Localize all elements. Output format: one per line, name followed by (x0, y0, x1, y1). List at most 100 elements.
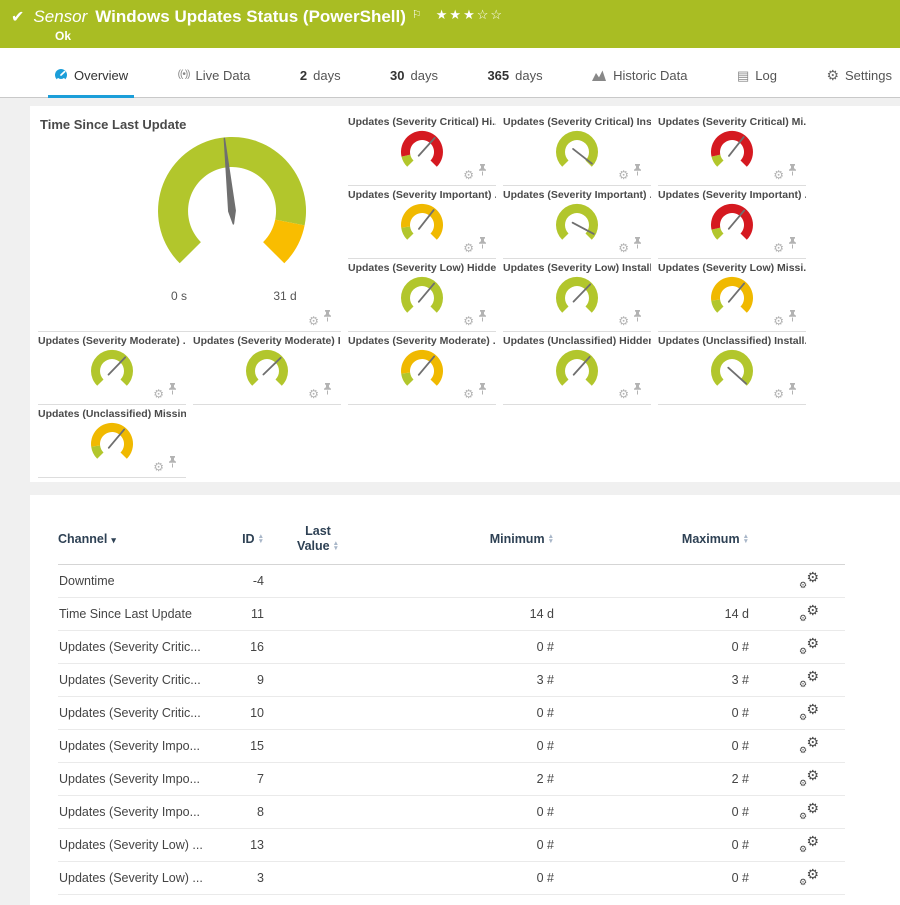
gauge-panel[interactable]: Updates (Severity Moderate) ...⚙ (348, 332, 496, 405)
channel-name-cell[interactable]: Updates (Severity Critic... (58, 673, 208, 687)
gauge-settings-gear-icon[interactable]: ⚙ (618, 388, 629, 400)
tab-365-days[interactable]: 365days (481, 48, 548, 98)
channel-name-cell[interactable]: Updates (Severity Critic... (58, 706, 208, 720)
tab-historic-data[interactable]: Historic Data (586, 48, 693, 98)
column-header-last-value[interactable]: Last Value▲▼ (268, 524, 368, 554)
maximum-cell: 2 # (558, 772, 753, 786)
star-filled-icon[interactable]: ★ (449, 7, 463, 22)
tab-live-data[interactable]: ((•))Live Data (172, 48, 257, 98)
column-header-maximum[interactable]: Maximum▲▼ (558, 532, 753, 546)
gauge-settings-gear-icon[interactable]: ⚙ (308, 315, 319, 327)
gauge-panel[interactable]: Updates (Severity Important) ...⚙ (503, 186, 651, 259)
gauge-settings-gear-icon[interactable]: ⚙ (773, 242, 784, 254)
tab-settings[interactable]: ⚙Settings (820, 48, 898, 98)
gauge-settings-gear-icon[interactable]: ⚙ (618, 315, 629, 327)
gauge-panel[interactable]: Updates (Unclassified) Hidden⚙ (503, 332, 651, 405)
gauge-panel[interactable]: Updates (Severity Critical) Hi...⚙ (348, 113, 496, 186)
gauge-settings-gear-icon[interactable]: ⚙ (618, 169, 629, 181)
gauge-settings-gear-icon[interactable]: ⚙ (773, 169, 784, 181)
channel-settings-gears-icon[interactable]: ⚙⚙ (799, 638, 819, 654)
gauge-settings-gear-icon[interactable]: ⚙ (773, 315, 784, 327)
gauge-settings-gear-icon[interactable]: ⚙ (153, 461, 164, 473)
gauge-settings-gear-icon[interactable]: ⚙ (463, 388, 474, 400)
pin-icon[interactable] (788, 309, 797, 327)
gauge-chart (546, 129, 608, 175)
star-filled-icon[interactable]: ★ (463, 7, 477, 22)
flag-icon[interactable]: ⚐ (412, 8, 422, 21)
pin-icon[interactable] (788, 382, 797, 400)
channel-name-cell[interactable]: Updates (Severity Low) ... (58, 838, 208, 852)
gauge-panel[interactable]: Updates (Severity Low) Missi...⚙ (658, 259, 806, 332)
gauge-icon (54, 68, 68, 82)
pin-icon[interactable] (478, 382, 487, 400)
tab-overview[interactable]: Overview (48, 48, 134, 98)
pin-icon[interactable] (168, 455, 177, 473)
gauge-panel[interactable]: Updates (Severity Critical) Ins...⚙ (503, 113, 651, 186)
pin-icon[interactable] (633, 309, 642, 327)
gauge-settings-gear-icon[interactable]: ⚙ (463, 242, 474, 254)
big-gauge-panel[interactable]: Time Since Last Update 0 s 31 d ⚙ (38, 113, 341, 332)
pin-icon[interactable] (323, 309, 332, 327)
channel-settings-cell: ⚙⚙ (753, 704, 845, 723)
tab-log[interactable]: ▤Log (731, 48, 783, 98)
pin-icon[interactable] (633, 382, 642, 400)
pin-icon[interactable] (168, 382, 177, 400)
channel-settings-gears-icon[interactable]: ⚙⚙ (799, 770, 819, 786)
pin-icon[interactable] (478, 163, 487, 181)
gauge-panel[interactable]: Updates (Severity Critical) Mi...⚙ (658, 113, 806, 186)
channel-name-cell[interactable]: Updates (Severity Impo... (58, 772, 208, 786)
gauge-min-label: 0 s (149, 289, 209, 303)
channel-settings-gears-icon[interactable]: ⚙⚙ (799, 737, 819, 753)
gauge-panel[interactable]: Updates (Severity Important) ...⚙ (658, 186, 806, 259)
channel-name-cell[interactable]: Updates (Severity Critic... (58, 640, 208, 654)
log-icon: ▤ (737, 69, 749, 82)
table-row: Updates (Severity Impo...72 #2 #⚙⚙ (58, 763, 845, 796)
gauge-settings-gear-icon[interactable]: ⚙ (308, 388, 319, 400)
channel-settings-gears-icon[interactable]: ⚙⚙ (799, 605, 819, 621)
gauge-settings-gear-icon[interactable]: ⚙ (618, 242, 629, 254)
pin-icon[interactable] (788, 163, 797, 181)
channel-name-cell[interactable]: Updates (Severity Impo... (58, 805, 208, 819)
gauge-panel[interactable]: Updates (Severity Low) Install...⚙ (503, 259, 651, 332)
channel-name-cell[interactable]: Time Since Last Update (58, 607, 208, 621)
column-header-minimum[interactable]: Minimum▲▼ (368, 532, 558, 546)
channel-settings-gears-icon[interactable]: ⚙⚙ (799, 869, 819, 885)
star-empty-icon[interactable]: ☆ (490, 7, 504, 22)
channel-settings-gears-icon[interactable]: ⚙⚙ (799, 836, 819, 852)
maximum-cell: 3 # (558, 673, 753, 687)
column-header-channel[interactable]: Channel▾ (58, 532, 208, 546)
channel-settings-gears-icon[interactable]: ⚙⚙ (799, 671, 819, 687)
gauge-panel[interactable]: Updates (Severity Low) Hidden⚙ (348, 259, 496, 332)
gauge-chart (81, 421, 143, 467)
gauge-panel[interactable]: Updates (Severity Moderate) I...⚙ (193, 332, 341, 405)
gauge-panel[interactable]: Updates (Severity Moderate) ...⚙ (38, 332, 186, 405)
channel-settings-gears-icon[interactable]: ⚙⚙ (799, 803, 819, 819)
star-filled-icon[interactable]: ★ (436, 7, 450, 22)
gauge-settings-gear-icon[interactable]: ⚙ (773, 388, 784, 400)
star-empty-icon[interactable]: ☆ (477, 7, 491, 22)
pin-icon[interactable] (323, 382, 332, 400)
channel-settings-gears-icon[interactable]: ⚙⚙ (799, 704, 819, 720)
tab-30-days[interactable]: 30days (384, 48, 444, 98)
gauge-settings-gear-icon[interactable]: ⚙ (463, 315, 474, 327)
channel-name-cell[interactable]: Updates (Severity Impo... (58, 739, 208, 753)
channel-name-cell[interactable]: Downtime (58, 574, 208, 588)
channel-settings-gears-icon[interactable]: ⚙⚙ (799, 572, 819, 588)
column-header-id[interactable]: ID▲▼ (208, 532, 268, 546)
status-ok-check-icon: ✔ (11, 7, 24, 27)
pin-icon[interactable] (478, 309, 487, 327)
pin-icon[interactable] (478, 236, 487, 254)
pin-icon[interactable] (633, 163, 642, 181)
maximum-cell: 0 # (558, 805, 753, 819)
gauge-panel[interactable]: Updates (Unclassified) Missing⚙ (38, 405, 186, 478)
gauge-panel[interactable]: Updates (Severity Important) ...⚙ (348, 186, 496, 259)
pin-icon[interactable] (788, 236, 797, 254)
gauge-settings-gear-icon[interactable]: ⚙ (153, 388, 164, 400)
channel-name-cell[interactable]: Updates (Severity Low) ... (58, 871, 208, 885)
tab-2-days[interactable]: 2days (294, 48, 347, 98)
priority-stars[interactable]: ★★★☆☆ (436, 7, 504, 23)
overview-gauges-panel: Time Since Last Update 0 s 31 d ⚙ Update… (30, 106, 900, 482)
gauge-settings-gear-icon[interactable]: ⚙ (463, 169, 474, 181)
gauge-panel[interactable]: Updates (Unclassified) Install...⚙ (658, 332, 806, 405)
pin-icon[interactable] (633, 236, 642, 254)
